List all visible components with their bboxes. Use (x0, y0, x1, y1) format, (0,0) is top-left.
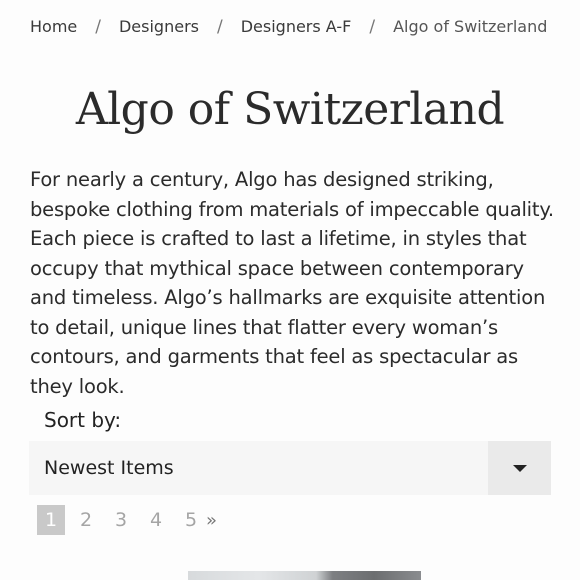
breadcrumb-separator: / (216, 17, 223, 37)
sort-selected-value: Newest Items (44, 457, 174, 479)
breadcrumb-designers-a-f-link[interactable]: Designers A-F (241, 15, 352, 39)
product-image[interactable] (188, 571, 421, 580)
pagination-next-button[interactable]: » (206, 510, 217, 531)
designer-description: For nearly a century, Algo has designed … (30, 168, 554, 398)
breadcrumb-designers-link[interactable]: Designers (119, 15, 199, 39)
pagination-page-3[interactable]: 3 (107, 505, 135, 535)
pagination-page-5[interactable]: 5 (177, 505, 205, 535)
sort-label: Sort by: (44, 408, 122, 432)
pagination: 1 2 3 4 5 » (37, 505, 217, 535)
breadcrumb-home-link[interactable]: Home (30, 15, 77, 39)
sort-dropdown-toggle[interactable] (488, 441, 551, 495)
page: Home / Designers / Designers A-F / Algo … (0, 0, 580, 580)
pagination-page-1[interactable]: 1 (37, 505, 65, 535)
pagination-page-2[interactable]: 2 (72, 505, 100, 535)
breadcrumb-current: Algo of Switzerland (393, 17, 548, 36)
sort-select[interactable]: Newest Items (29, 441, 551, 495)
breadcrumb-separator: / (95, 17, 101, 37)
page-title: Algo of Switzerland (75, 84, 505, 135)
chevron-down-icon (512, 464, 527, 472)
breadcrumb: Home / Designers / Designers A-F / Algo … (30, 15, 570, 39)
pagination-page-4[interactable]: 4 (142, 505, 170, 535)
breadcrumb-separator: / (369, 17, 376, 37)
